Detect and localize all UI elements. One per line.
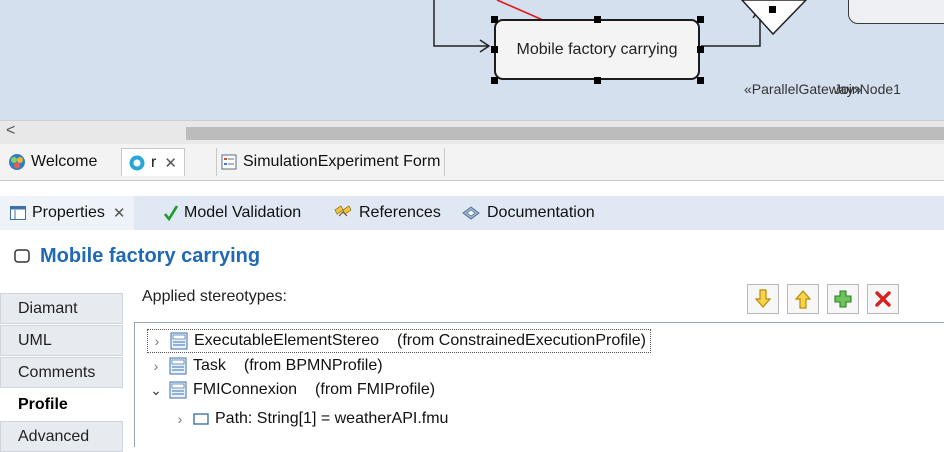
- add-stereotype-button[interactable]: [827, 284, 859, 314]
- view-tab-bar: Properties ✕ Model Validation References: [0, 196, 944, 230]
- scroll-left-arrow[interactable]: <: [6, 122, 15, 140]
- chevron-right-icon[interactable]: ›: [147, 358, 165, 374]
- close-icon[interactable]: ✕: [113, 204, 126, 222]
- properties-title-text: Mobile factory carrying: [40, 244, 261, 267]
- tab-r-label: r: [151, 153, 157, 171]
- tree-item-source: (from ConstrainedExecutionProfile): [397, 332, 646, 349]
- outgoing-connector[interactable]: [701, 8, 761, 47]
- selection-handle[interactable]: [491, 77, 498, 84]
- selection-handle[interactable]: [491, 46, 498, 53]
- tree-item-executable-element[interactable]: › ExecutableElementStereo (from Constrai…: [147, 329, 651, 353]
- delete-icon: [875, 291, 891, 307]
- form-icon: [221, 154, 237, 170]
- join-node-label: JoinNode1: [834, 81, 901, 97]
- diagram-canvas[interactable]: Mobile factory carrying «ParallelGateway…: [0, 0, 944, 120]
- close-icon[interactable]: ✕: [164, 154, 177, 172]
- move-down-button[interactable]: [747, 284, 779, 314]
- tab-model-validation-label: Model Validation: [184, 204, 302, 221]
- selection-handle[interactable]: [594, 16, 601, 23]
- welcome-icon: [8, 153, 26, 171]
- properties-icon: [10, 206, 26, 220]
- model-icon: [128, 154, 146, 172]
- tree-item-path-property[interactable]: › Path: String[1] = weatherAPI.fmu: [171, 408, 449, 430]
- tab-model-validation[interactable]: Model Validation: [164, 196, 301, 230]
- gateway-diamond[interactable]: [740, 0, 808, 36]
- tree-item-source: (from BPMNProfile): [243, 357, 383, 374]
- tree-item-fmi-connexion[interactable]: ⌄ FMIConnexion (from FMIProfile): [147, 379, 435, 401]
- tree-item-task[interactable]: › Task (from BPMNProfile): [147, 355, 383, 377]
- plus-icon: [834, 290, 852, 308]
- selection-handle[interactable]: [697, 16, 704, 23]
- tree-item-name: FMIConnexion: [193, 381, 298, 398]
- sidebar-item-comments[interactable]: Comments: [0, 357, 123, 388]
- references-icon: [333, 204, 353, 222]
- stereotype-icon: [170, 332, 188, 350]
- sidebar-item-diamant[interactable]: Diamant: [0, 293, 123, 324]
- arrow-up-icon: [794, 289, 812, 309]
- horizontal-scrollbar[interactable]: <: [0, 120, 944, 144]
- editor-tab-bar: Welcome r ✕ SimulationExperiment Form: [0, 144, 944, 181]
- remove-stereotype-button[interactable]: [867, 284, 899, 314]
- tab-references[interactable]: References: [333, 196, 441, 230]
- tab-references-label: References: [359, 204, 441, 221]
- chevron-right-icon[interactable]: ›: [148, 333, 166, 349]
- join-node-shape[interactable]: [848, 0, 944, 24]
- tab-welcome[interactable]: Welcome: [8, 148, 97, 176]
- tree-item-name: Path: String[1] = weatherAPI.fmu: [215, 410, 449, 427]
- tab-properties-label: Properties: [32, 204, 105, 221]
- sidebar-item-uml[interactable]: UML: [0, 325, 123, 356]
- arrow-down-icon: [754, 289, 772, 309]
- stereotype-icon: [169, 381, 187, 399]
- checkmark-icon: [164, 205, 178, 221]
- selection-handle[interactable]: [697, 77, 704, 84]
- selection-handle[interactable]: [491, 16, 498, 23]
- gateway-marker: [769, 6, 776, 13]
- gateway-label: «ParallelGateway» JoinNode1: [744, 81, 901, 97]
- incoming-connector[interactable]: [433, 0, 488, 47]
- chevron-right-icon[interactable]: ›: [171, 411, 189, 427]
- tab-documentation[interactable]: Documentation: [461, 196, 595, 230]
- properties-title: Mobile factory carrying: [0, 238, 260, 274]
- stereotype-icon: [169, 357, 187, 375]
- task-node-label: Mobile factory carrying: [516, 40, 678, 58]
- selection-handle[interactable]: [697, 46, 704, 53]
- scrollbar-thumb[interactable]: [186, 127, 944, 140]
- sidebar-item-label: Profile: [18, 395, 68, 413]
- chevron-down-icon[interactable]: ⌄: [147, 382, 165, 399]
- tab-properties[interactable]: Properties ✕: [0, 196, 134, 230]
- selection-handle[interactable]: [594, 77, 601, 84]
- sidebar-item-advanced[interactable]: Advanced: [0, 421, 123, 452]
- tab-simulation-form[interactable]: SimulationExperiment Form: [216, 148, 446, 176]
- tab-r[interactable]: r ✕: [121, 148, 185, 176]
- sidebar-item-profile[interactable]: Profile: [0, 389, 123, 420]
- stereotype-tree[interactable]: › ExecutableElementStereo (from Constrai…: [134, 322, 944, 447]
- tree-item-source: (from FMIProfile): [315, 381, 436, 398]
- property-icon: [193, 413, 209, 425]
- tab-welcome-label: Welcome: [31, 153, 98, 170]
- sidebar-item-label: UML: [18, 331, 52, 349]
- tab-simulation-form-label: SimulationExperiment Form: [243, 153, 441, 170]
- sidebar-item-label: Diamant: [18, 299, 78, 317]
- properties-sidebar: Diamant UML Comments Profile Advanced: [0, 293, 131, 452]
- tab-documentation-label: Documentation: [487, 204, 595, 221]
- sidebar-item-label: Advanced: [18, 427, 90, 445]
- element-icon: [14, 249, 30, 263]
- move-up-button[interactable]: [787, 284, 819, 314]
- task-node[interactable]: Mobile factory carrying: [494, 19, 700, 80]
- diagram-connectors: [433, 0, 808, 53]
- applied-stereotypes-label: Applied stereotypes:: [142, 288, 287, 305]
- sidebar-item-label: Comments: [18, 363, 96, 381]
- documentation-icon: [461, 205, 481, 221]
- tree-item-name: ExecutableElementStereo: [194, 332, 379, 349]
- tree-item-name: Task: [193, 357, 226, 374]
